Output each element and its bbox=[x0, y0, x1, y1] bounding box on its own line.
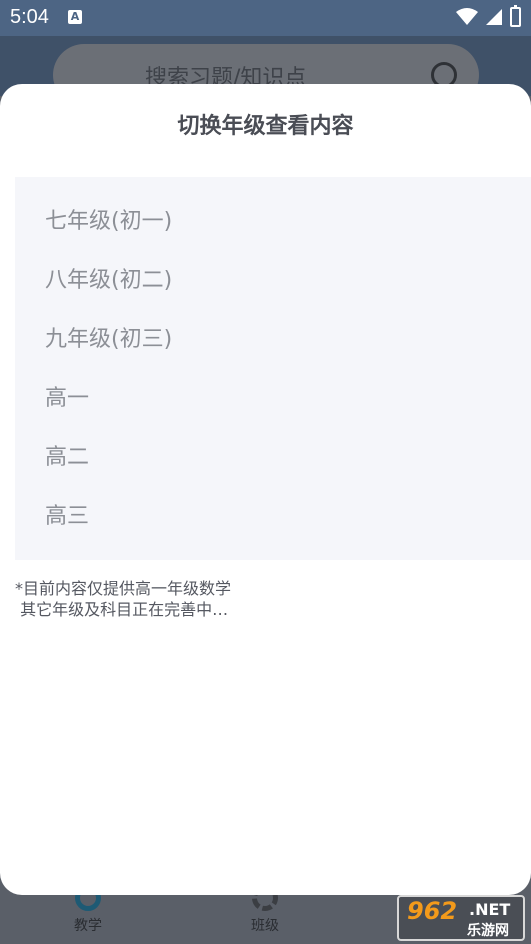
nav-item-class: 班级 bbox=[225, 885, 305, 935]
grade-list: 七年级(初一) 八年级(初二) 九年级(初三) 高一 高二 高三 bbox=[15, 177, 531, 560]
watermark-chinese: 乐游网 bbox=[467, 923, 509, 939]
nav-label-teaching: 教学 bbox=[74, 918, 102, 934]
grade-item-senior-2[interactable]: 高二 bbox=[45, 439, 89, 471]
battery-icon bbox=[510, 5, 521, 27]
nav-label-class: 班级 bbox=[251, 918, 279, 934]
sheet-title: 切换年级查看内容 bbox=[177, 114, 354, 139]
grade-item-9[interactable]: 九年级(初三) bbox=[45, 321, 172, 353]
notification-icon: A bbox=[68, 10, 82, 24]
nav-item-teaching: 教学 bbox=[48, 885, 128, 935]
status-bar: 5:04 A bbox=[0, 0, 531, 36]
grade-item-7[interactable]: 七年级(初一) bbox=[45, 203, 172, 235]
grade-item-senior-1[interactable]: 高一 bbox=[45, 380, 89, 412]
status-time: 5:04 bbox=[10, 6, 49, 28]
signal-icon bbox=[486, 9, 502, 25]
status-icons bbox=[456, 5, 521, 27]
availability-note: *目前内容仅提供高一年级数学 其它年级及科目正在完善中… bbox=[15, 579, 232, 619]
watermark-logo: 962 .NET 乐游网 bbox=[397, 895, 525, 941]
wifi-icon bbox=[456, 8, 478, 25]
grade-item-8[interactable]: 八年级(初二) bbox=[45, 262, 172, 294]
watermark-suffix: .NET bbox=[469, 900, 511, 919]
watermark-number: 962 bbox=[407, 897, 458, 925]
grade-item-senior-3[interactable]: 高三 bbox=[45, 498, 89, 530]
grade-switch-sheet: 切换年级查看内容 七年级(初一) 八年级(初二) 九年级(初三) 高一 高二 高… bbox=[0, 84, 531, 895]
